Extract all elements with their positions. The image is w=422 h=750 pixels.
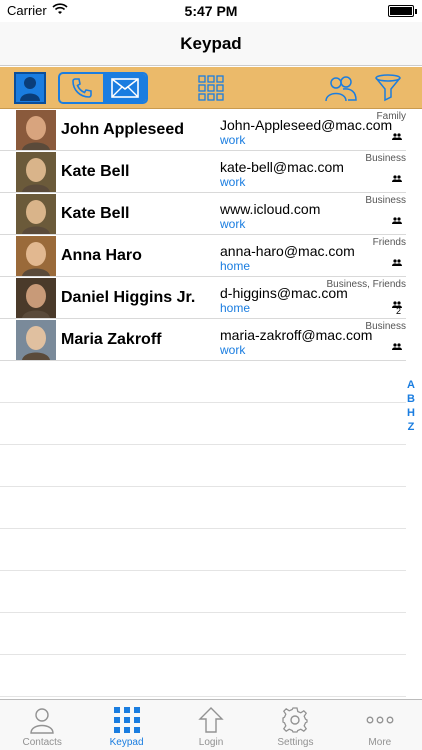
- empty-row: [0, 361, 406, 403]
- empty-row: [0, 403, 406, 445]
- grid-view-button[interactable]: [196, 72, 226, 104]
- tab-contacts[interactable]: Contacts: [0, 700, 84, 750]
- contact-list: John Appleseed John-Appleseed@mac.com work…: [0, 109, 406, 697]
- email-type-label: work: [220, 343, 246, 357]
- empty-row: [0, 571, 406, 613]
- tab-more[interactable]: More: [338, 700, 422, 750]
- envelope-icon: [110, 78, 139, 98]
- tab-login[interactable]: Login: [169, 700, 253, 750]
- contact-avatar: [16, 194, 56, 234]
- email-type-label: home: [220, 259, 251, 273]
- contact-row[interactable]: Maria Zakroff maria-zakroff@mac.com work Bu…: [0, 319, 406, 361]
- contact-email: anna-haro@mac.com: [220, 243, 355, 259]
- contact-avatar: [16, 236, 56, 276]
- section-index[interactable]: ABHZ: [405, 378, 417, 434]
- tab-label: Contacts: [22, 737, 62, 748]
- group-label: Business, Friends: [326, 279, 406, 290]
- contact-name: Kate Bell: [61, 205, 130, 222]
- group-label: Business: [365, 153, 406, 164]
- index-letter[interactable]: Z: [405, 420, 417, 434]
- empty-row: [0, 529, 406, 571]
- status-bar: Carrier 5:47 PM: [0, 0, 422, 22]
- contact-avatar: [16, 320, 56, 360]
- index-letter[interactable]: H: [405, 406, 417, 420]
- empty-row: [0, 613, 406, 655]
- tab-label: Settings: [277, 737, 314, 748]
- tab-label: Keypad: [109, 737, 144, 748]
- contact-row[interactable]: Kate Bell www.icloud.com work Business: [0, 193, 406, 235]
- email-type-label: home: [220, 301, 251, 315]
- contact-filter-button[interactable]: [14, 72, 46, 104]
- gear-icon: [282, 707, 309, 733]
- contact-row[interactable]: Anna Haro anna-haro@mac.com home Friends: [0, 235, 406, 277]
- email-segment[interactable]: [103, 74, 146, 102]
- contact-name: Kate Bell: [61, 163, 130, 180]
- contact-email: John-Appleseed@mac.com: [220, 117, 393, 133]
- tab-label: Login: [198, 737, 224, 748]
- person-icon: [20, 77, 40, 101]
- group-icon: [392, 259, 402, 266]
- tab-settings[interactable]: Settings: [253, 700, 337, 750]
- funnel-icon: [375, 74, 401, 102]
- group-icon: [392, 217, 402, 224]
- contact-row[interactable]: John Appleseed John-Appleseed@mac.com work…: [0, 109, 406, 151]
- contact-row[interactable]: Kate Bell kate-bell@mac.com work Business: [0, 151, 406, 193]
- index-letter[interactable]: B: [405, 392, 417, 406]
- keypad-icon: [113, 707, 140, 733]
- grid-icon: [198, 75, 224, 101]
- contact-email: maria-zakroff@mac.com: [220, 327, 373, 343]
- groups-button[interactable]: [322, 72, 360, 104]
- group-icon: [325, 76, 357, 102]
- group-label: Friends: [372, 237, 406, 248]
- contact-avatar: [16, 278, 56, 318]
- email-type-label: work: [220, 217, 246, 231]
- empty-row: [0, 655, 406, 697]
- email-type-label: work: [220, 133, 246, 147]
- group-count: 2: [395, 306, 401, 316]
- email-type-label: work: [220, 175, 246, 189]
- contact-name: Maria Zakroff: [61, 331, 162, 348]
- empty-row: [0, 445, 406, 487]
- group-label: Family: [376, 111, 406, 122]
- clock: 5:47 PM: [184, 3, 238, 19]
- person-icon: [30, 708, 54, 734]
- index-letter[interactable]: A: [405, 378, 417, 392]
- filter-button[interactable]: [372, 72, 404, 104]
- group-icon: [392, 175, 402, 182]
- contact-email: kate-bell@mac.com: [220, 159, 344, 175]
- contact-method-segmented-control[interactable]: [58, 72, 148, 104]
- group-label: Business: [365, 321, 406, 332]
- contact-name: Daniel Higgins Jr.: [61, 289, 196, 306]
- upload-arrow-icon: [198, 707, 224, 733]
- toolbar: [0, 67, 422, 109]
- contact-name: Anna Haro: [61, 247, 142, 264]
- more-dots-icon: [366, 716, 394, 724]
- contact-avatar: [16, 152, 56, 192]
- contact-avatar: [16, 110, 56, 150]
- empty-row: [0, 487, 406, 529]
- tab-keypad[interactable]: Keypad: [84, 700, 168, 750]
- group-icon: [392, 343, 402, 350]
- page-title: Keypad: [180, 34, 242, 53]
- contact-row[interactable]: Daniel Higgins Jr. d-higgins@mac.com home B…: [0, 277, 406, 319]
- navigation-bar: Keypad: [0, 22, 422, 66]
- tab-bar: Contacts Keypad Login Settings More: [0, 699, 422, 750]
- tab-label: More: [368, 737, 392, 748]
- group-label: Business: [365, 195, 406, 206]
- contact-name: John Appleseed: [61, 121, 184, 138]
- group-icon: [392, 133, 402, 140]
- battery-icon: [388, 5, 417, 17]
- phone-icon: [71, 78, 92, 98]
- contact-email: www.icloud.com: [220, 201, 321, 217]
- phone-segment[interactable]: [60, 74, 103, 102]
